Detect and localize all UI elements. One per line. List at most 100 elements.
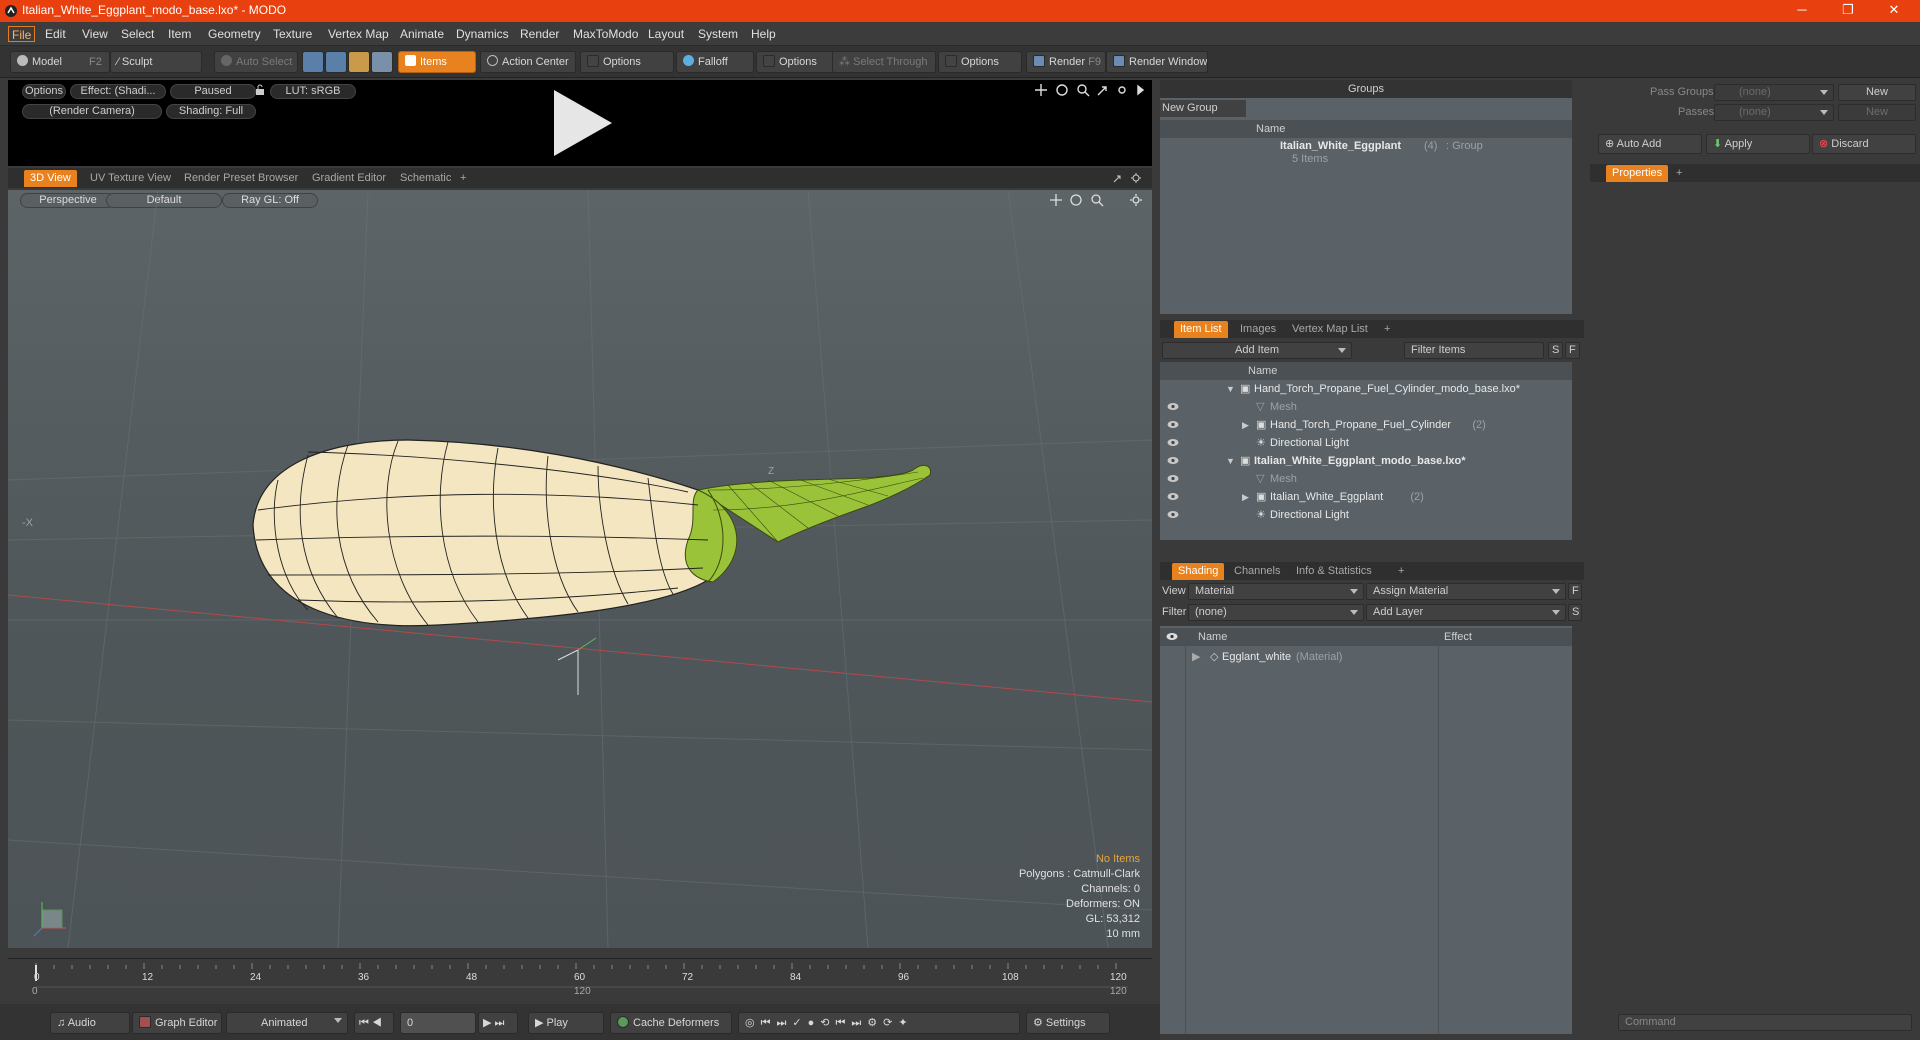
materials-mode-button[interactable] xyxy=(371,51,393,73)
tab-images[interactable]: Images xyxy=(1234,321,1282,338)
eye-icon[interactable] xyxy=(1167,438,1179,447)
play-icon[interactable] xyxy=(546,86,616,160)
render-window-button[interactable]: Render Window xyxy=(1106,51,1208,73)
menu-render[interactable]: Render xyxy=(517,26,562,42)
preview-nav-icons[interactable] xyxy=(1034,83,1144,97)
menu-help[interactable]: Help xyxy=(748,26,779,42)
itemlist-row[interactable]: ▽ Mesh xyxy=(1160,470,1572,488)
material-row[interactable]: ▶ ◇ Egglant_white (Material) xyxy=(1160,648,1572,666)
graph-editor-button[interactable]: Graph Editor xyxy=(132,1012,222,1034)
add-tab-button[interactable]: + xyxy=(454,170,472,187)
falloff-options-button[interactable]: Options xyxy=(756,51,836,73)
itemlist-row[interactable]: ▶ ▣ Italian_White_Eggplant (2) xyxy=(1160,488,1572,506)
add-shading-tab[interactable]: + xyxy=(1392,563,1410,580)
menu-system[interactable]: System xyxy=(695,26,741,42)
itemlist-row[interactable]: ▼ ▣ Italian_White_Eggplant_modo_base.lxo* xyxy=(1160,452,1572,470)
play-button[interactable]: ▶ Play xyxy=(528,1012,604,1034)
menu-geometry[interactable]: Geometry xyxy=(205,26,264,42)
search-s-button[interactable]: S xyxy=(1548,342,1563,359)
itemlist-row[interactable]: ▼ ▣ Hand_Torch_Propane_Fuel_Cylinder_modo_… xyxy=(1160,380,1572,398)
shading-f-button[interactable]: F xyxy=(1568,583,1582,600)
itemlist-row[interactable]: ▽ Mesh xyxy=(1160,398,1572,416)
key-tools-buttons[interactable]: ◎⏮⏭✓●⟲⏮⏭⚙⟳✦ xyxy=(738,1012,1020,1034)
select-through-button[interactable]: ⁂ Select Through xyxy=(832,51,936,73)
model-mode-button[interactable]: Model F2 xyxy=(10,51,110,73)
eye-icon[interactable] xyxy=(1167,492,1179,501)
restore-button[interactable]: ❐ xyxy=(1826,0,1870,22)
minimize-button[interactable]: ─ xyxy=(1780,0,1824,22)
shading-s-button[interactable]: S xyxy=(1568,604,1582,621)
items-mode-button[interactable]: Items xyxy=(398,51,476,73)
menu-texture[interactable]: Texture xyxy=(270,26,315,42)
tab-properties[interactable]: Properties xyxy=(1606,165,1669,182)
select-options-button[interactable]: Options xyxy=(938,51,1022,73)
expand-triangle-icon[interactable]: ▶ xyxy=(1192,648,1200,666)
lock-icon[interactable] xyxy=(254,84,266,96)
menu-animate[interactable]: Animate xyxy=(397,26,447,42)
itemlist-row[interactable]: ☀ Directional Light xyxy=(1160,506,1572,524)
add-layer-dropdown[interactable]: Add Layer xyxy=(1366,604,1566,621)
group-row[interactable]: Italian_White_Eggplant (4) : Group 5 Ite… xyxy=(1160,138,1572,165)
polygons-mode-button[interactable] xyxy=(348,51,370,73)
filter-dropdown[interactable]: (none) xyxy=(1188,604,1364,621)
new-pass-group-button[interactable]: New xyxy=(1838,84,1916,101)
command-input[interactable]: Command xyxy=(1618,1014,1912,1031)
action-center-options-button[interactable]: Options xyxy=(580,51,674,73)
close-button[interactable]: ✕ xyxy=(1872,0,1916,22)
render-camera-dropdown[interactable]: (Render Camera) xyxy=(22,104,162,119)
tab-3d-view[interactable]: 3D View xyxy=(24,170,77,187)
lut-dropdown[interactable]: LUT: sRGB xyxy=(270,84,356,99)
tab-info-statistics[interactable]: Info & Statistics xyxy=(1290,563,1378,580)
itemlist-row[interactable]: ▶ ▣ Hand_Torch_Propane_Fuel_Cylinder (2) xyxy=(1160,416,1572,434)
render-button[interactable]: Render F9 xyxy=(1026,51,1106,73)
expand-triangle-icon[interactable]: ▶ xyxy=(1242,416,1249,434)
eye-icon[interactable] xyxy=(1167,402,1179,411)
sculpt-mode-button[interactable]: ⁄ Sculpt xyxy=(110,51,202,73)
vertices-mode-button[interactable] xyxy=(302,51,324,73)
tab-gradient-editor[interactable]: Gradient Editor xyxy=(306,170,392,187)
menu-file[interactable]: File xyxy=(8,26,36,42)
edges-mode-button[interactable] xyxy=(325,51,347,73)
effect-dropdown[interactable]: Effect: (Shadi... xyxy=(70,84,166,99)
shading-dropdown[interactable]: Shading: Full xyxy=(166,104,256,119)
collapse-triangle-icon[interactable]: ▼ xyxy=(1226,452,1235,470)
menu-maxtomodo[interactable]: MaxToModo xyxy=(570,26,641,42)
passes-dropdown[interactable]: (none) xyxy=(1714,104,1834,121)
action-center-button[interactable]: Action Center xyxy=(480,51,576,73)
menu-edit[interactable]: Edit xyxy=(42,26,69,42)
menu-dynamics[interactable]: Dynamics xyxy=(453,26,512,42)
tab-vertex-map-list[interactable]: Vertex Map List xyxy=(1286,321,1374,338)
preview-options-button[interactable]: Options xyxy=(22,84,66,99)
paused-button[interactable]: Paused xyxy=(170,84,256,99)
3d-viewport[interactable]: Perspective Default Ray GL: Off -X Z No … xyxy=(8,190,1152,948)
viewport-expand-gear-icons[interactable] xyxy=(1112,172,1148,184)
collapse-triangle-icon[interactable]: ▼ xyxy=(1226,380,1235,398)
itemlist-row[interactable]: ☀ Directional Light xyxy=(1160,434,1572,452)
eye-icon[interactable] xyxy=(1167,456,1179,465)
frame-input[interactable]: 0 xyxy=(400,1012,476,1034)
filter-f-button[interactable]: F xyxy=(1565,342,1580,359)
menu-layout[interactable]: Layout xyxy=(645,26,687,42)
tab-uv-texture-view[interactable]: UV Texture View xyxy=(84,170,177,187)
new-pass-button[interactable]: New xyxy=(1838,104,1916,121)
eye-icon[interactable] xyxy=(1167,510,1179,519)
discard-button[interactable]: ⊗ Discard xyxy=(1812,134,1916,154)
menu-view[interactable]: View xyxy=(79,26,111,42)
tab-item-list[interactable]: Item List xyxy=(1174,321,1228,338)
tab-render-preset-browser[interactable]: Render Preset Browser xyxy=(178,170,304,187)
skip-start-buttons[interactable]: ⏮ ◀ xyxy=(354,1012,394,1034)
animated-dropdown[interactable]: Animated xyxy=(226,1012,348,1034)
tab-schematic[interactable]: Schematic xyxy=(394,170,457,187)
cache-deformers-button[interactable]: Cache Deformers xyxy=(610,1012,732,1034)
view-dropdown[interactable]: Material xyxy=(1188,583,1364,600)
new-group-button[interactable]: New Group xyxy=(1160,100,1246,117)
eye-icon[interactable] xyxy=(1167,474,1179,483)
apply-button[interactable]: ⬇ Apply xyxy=(1706,134,1810,154)
menu-select[interactable]: Select xyxy=(118,26,157,42)
skip-end-buttons[interactable]: ▶ ⏭ xyxy=(478,1012,518,1034)
assign-material-button[interactable]: Assign Material xyxy=(1366,583,1566,600)
filter-items-input[interactable]: Filter Items xyxy=(1404,342,1544,359)
tab-channels[interactable]: Channels xyxy=(1228,563,1286,580)
auto-add-button[interactable]: ⊕ Auto Add xyxy=(1598,134,1702,154)
add-item-dropdown[interactable]: Add Item xyxy=(1162,342,1352,359)
